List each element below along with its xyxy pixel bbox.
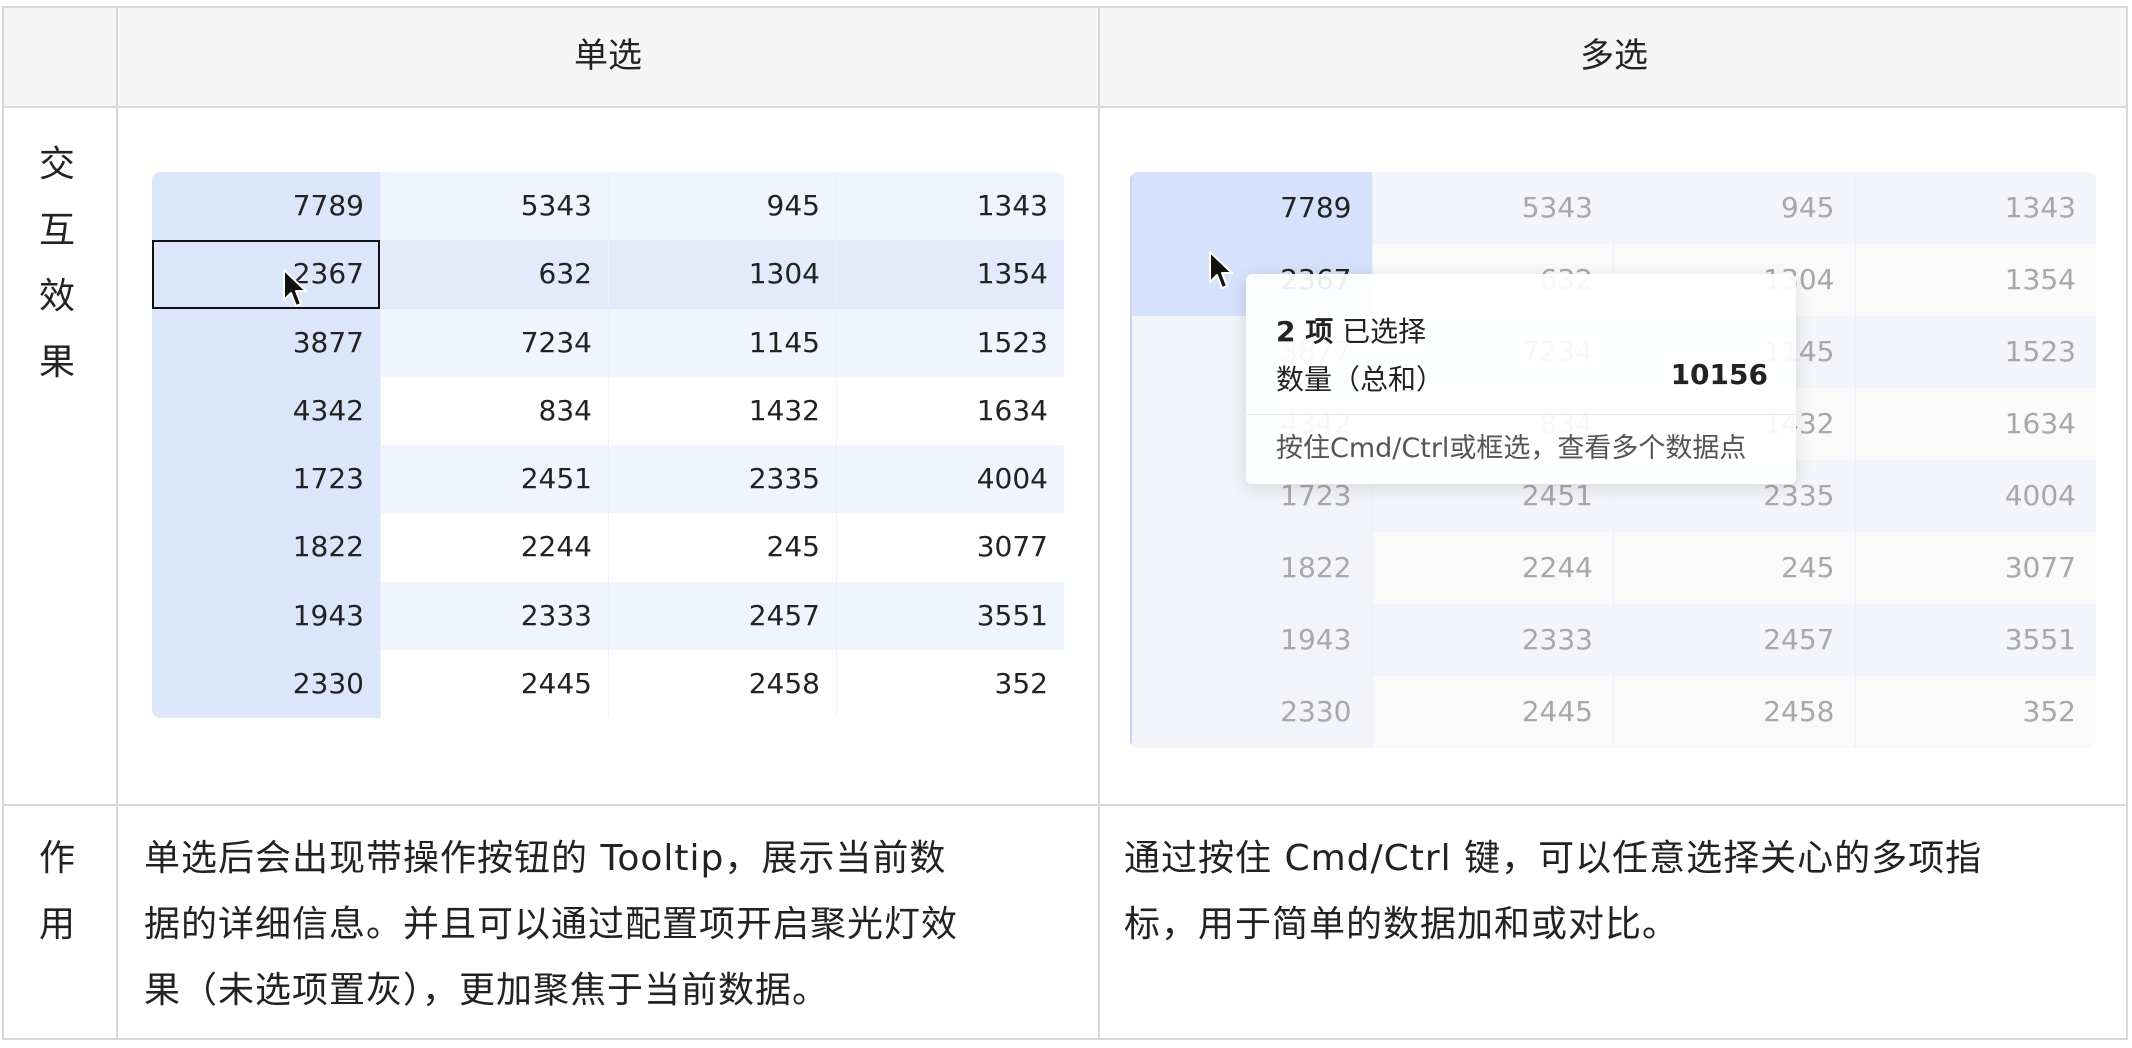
table-cell[interactable]: 834 [380,376,608,445]
border-header-bottom [2,106,2128,108]
table-cell[interactable]: 2330 [152,649,380,718]
multi-select-tooltip: 2 项 已选择 数量（总和） 10156 按住Cmd/Ctrl或框选，查看多个数… [1246,274,1796,484]
description-single: 单选后会出现带操作按钮的 Tooltip，展示当前数 据的详细信息。并且可以通过… [144,838,959,1011]
table-cell[interactable]: 2451 [380,445,608,514]
description-multi: 通过按住 Cmd/Ctrl 键，可以任意选择关心的多项指 标，用于简单的数据加和… [1124,838,1983,945]
table-cell[interactable]: 2458 [608,649,836,718]
table-cell[interactable]: 3077 [836,513,1064,582]
table-cell[interactable]: 632 [380,240,608,309]
border-col-2 [1098,6,1100,1040]
border-row-1 [2,804,2128,806]
table-left-edge [1130,172,1132,748]
table-cell[interactable]: 1822 [152,513,380,582]
tooltip-hint: 按住Cmd/Ctrl或框选，查看多个数据点 [1276,433,1747,464]
table-cell[interactable]: 2445 [1371,676,1613,748]
table-cell[interactable]: 2330 [1130,676,1372,748]
table-cell[interactable]: 1634 [836,376,1064,445]
table-cell[interactable]: 1304 [608,240,836,309]
table-cell[interactable]: 5343 [380,172,608,241]
tooltip-divider [1246,414,1796,415]
border-bottom [2,1038,2128,1040]
table-cell[interactable]: 1523 [836,308,1064,377]
row-label-purpose: 作 用 [38,838,75,945]
table-cell[interactable]: 7789 [152,172,380,241]
table-cell[interactable]: 1943 [1130,604,1372,676]
comparison-table: 单选 多选 交 互 效 果 作 用 单选后会出现带操作按钮的 Tooltip，展… [2,6,2128,1040]
tooltip-header: 2 项 已选择 [1276,315,1427,348]
border-col-1 [116,6,118,1040]
table-cell[interactable]: 2445 [380,649,608,718]
single-select-demo-table[interactable]: 7789 5343 945 1343 2367 632 1304 1354 3877 7234 11… [152,172,1064,718]
table-cell[interactable]: 1822 [1130,532,1372,604]
table-cell[interactable]: 945 [1613,172,1855,244]
header-multi: 多选 [1580,36,1648,76]
selected-cell-outline [152,240,380,309]
table-cell[interactable]: 1723 [152,445,380,514]
table-cell[interactable]: 4004 [1854,460,2096,532]
table-cell[interactable]: 7789 [1130,172,1372,244]
table-cell[interactable]: 2335 [608,445,836,514]
table-cell[interactable]: 245 [1613,532,1855,604]
table-cell[interactable]: 245 [608,513,836,582]
table-cell[interactable]: 1634 [1854,388,2096,460]
table-cell[interactable]: 1343 [836,172,1064,241]
table-cell[interactable]: 3877 [152,308,380,377]
table-cell[interactable]: 5343 [1371,172,1613,244]
table-cell[interactable]: 7234 [380,308,608,377]
table-cell[interactable]: 2333 [1371,604,1613,676]
table-cell[interactable]: 1432 [608,376,836,445]
table-cell[interactable]: 4342 [152,376,380,445]
table-cell[interactable]: 2244 [380,513,608,582]
table-cell[interactable]: 3551 [836,581,1064,650]
table-cell[interactable]: 945 [608,172,836,241]
table-cell[interactable]: 3077 [1854,532,2096,604]
border-top [2,6,2128,8]
table-cell[interactable]: 2333 [380,581,608,650]
tooltip-metric-value: 10156 [1670,358,1768,391]
row-label-interaction: 交 互 效 果 [38,144,75,383]
tooltip-metric-label: 数量（总和） [1276,363,1445,396]
table-cell[interactable]: 2244 [1371,532,1613,604]
table-cell[interactable]: 352 [1854,676,2096,748]
border-right [2126,6,2128,1040]
header-single: 单选 [574,36,642,76]
table-cell[interactable]: 2457 [608,581,836,650]
table-cell[interactable]: 1343 [1854,172,2096,244]
table-cell[interactable]: 3551 [1854,604,2096,676]
table-cell[interactable]: 4004 [836,445,1064,514]
table-cell[interactable]: 352 [836,649,1064,718]
table-cell[interactable]: 1145 [608,308,836,377]
table-cell[interactable]: 1354 [1854,244,2096,316]
table-cell[interactable]: 2457 [1613,604,1855,676]
table-cell[interactable]: 2458 [1613,676,1855,748]
table-cell[interactable]: 1354 [836,240,1064,309]
mouse-cursor-icon [283,269,307,307]
border-left [2,6,4,1040]
table-cell[interactable]: 1523 [1854,316,2096,388]
table-cell[interactable]: 1943 [152,581,380,650]
mouse-cursor-icon [1209,251,1233,289]
